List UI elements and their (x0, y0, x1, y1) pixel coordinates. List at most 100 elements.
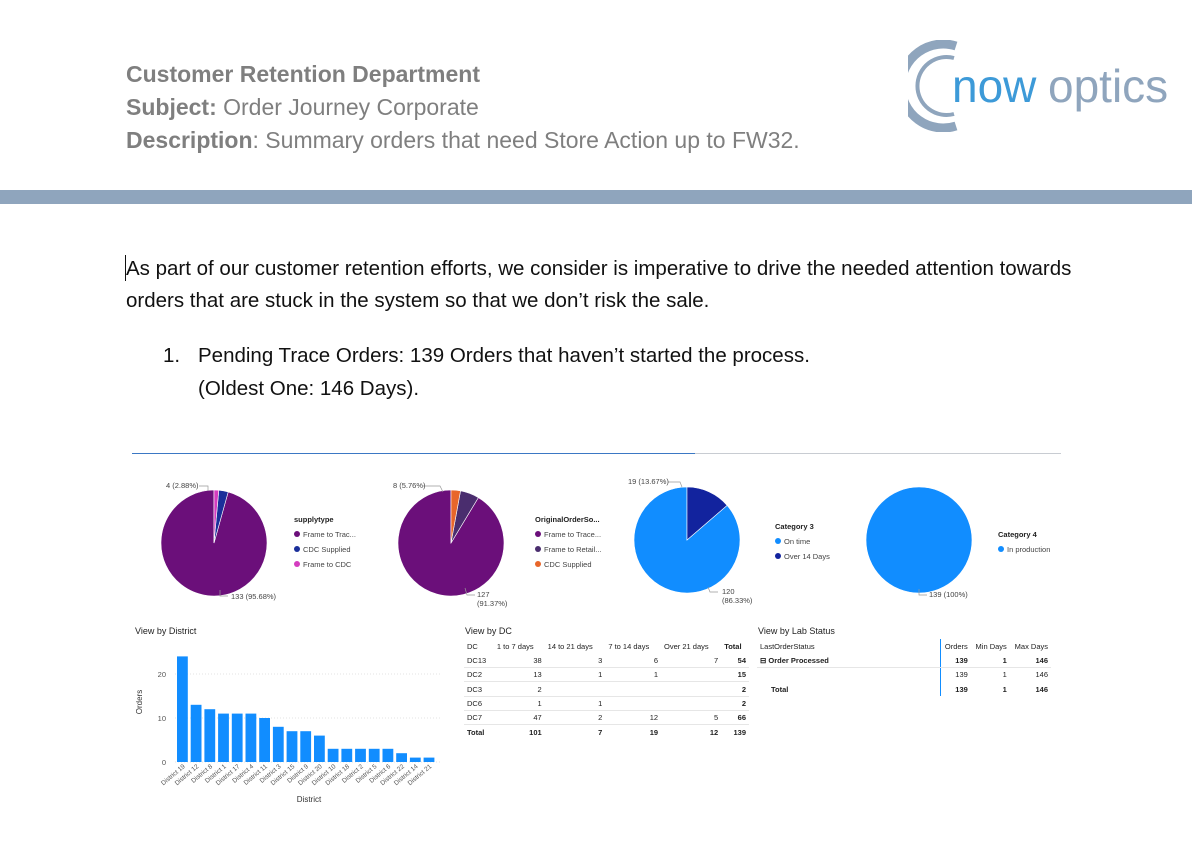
bar[interactable] (327, 748, 339, 762)
bar[interactable] (341, 748, 353, 762)
legend-item[interactable]: Frame to CDC (294, 557, 356, 572)
bar[interactable] (218, 713, 229, 762)
legend-item[interactable]: CDC Supplied (535, 557, 602, 572)
pie-label-large-2: (86.33%) (722, 596, 753, 605)
pie-chart-supplytype[interactable]: 4 (2.88%) 133 (95.68%) (150, 475, 290, 610)
legend-title: Category 4 (998, 530, 1037, 539)
bar[interactable] (300, 731, 312, 762)
column-header[interactable]: Max Days (1010, 639, 1051, 653)
column-header[interactable]: Min Days (971, 639, 1010, 653)
header-divider (0, 190, 1192, 204)
bar[interactable] (409, 757, 421, 762)
table-cell: 2 (721, 696, 749, 711)
bar[interactable] (204, 709, 216, 762)
bar[interactable] (368, 748, 380, 762)
legend-item[interactable]: In production (998, 542, 1050, 557)
table-row[interactable]: DC13 38 3 6 7 54 (464, 653, 749, 669)
column-header[interactable]: 14 to 21 days (545, 639, 606, 653)
table-total-row: Total 139 1 146 (757, 681, 1051, 697)
pie-label-large-2: (91.37%) (477, 599, 508, 608)
table-cell: 139 (733, 727, 746, 737)
nowoptics-logo: now optics (908, 40, 1168, 132)
bar[interactable] (423, 757, 435, 762)
legend-item[interactable]: CDC Supplied (294, 542, 356, 557)
table-cell (605, 681, 662, 697)
pie-label-large: 133 (95.68%) (231, 592, 277, 601)
table-cell: DC7 (464, 710, 494, 726)
column-header[interactable]: DC (464, 639, 494, 653)
legend-item[interactable]: On time (775, 534, 830, 549)
legend-dot-icon (535, 531, 541, 537)
table-cell: 1 (605, 667, 662, 683)
district-bar-chart[interactable]: Orders District 01020District 19District… (132, 640, 444, 810)
pie-label-large-1: 120 (722, 587, 735, 596)
legend-item[interactable]: Over 14 Days (775, 549, 830, 564)
table-cell: Total (771, 684, 789, 694)
table-cell: 6 (605, 653, 662, 669)
subject-line: Subject: Order Journey Corporate (126, 91, 800, 124)
bar[interactable] (177, 656, 188, 762)
table-header-row: LastOrderStatus Orders Min Days Max Days (757, 639, 1051, 654)
table-cell: 5 (661, 710, 722, 726)
pie-chart-category-3[interactable]: 19 (13.67%) 120 (86.33%) (620, 475, 765, 610)
department-title: Customer Retention Department (126, 61, 480, 87)
table-row[interactable]: DC3 2 2 (464, 681, 749, 697)
bar[interactable] (355, 748, 366, 762)
bar[interactable] (259, 718, 270, 762)
pie-chart-category-4[interactable]: 139 (100%) (855, 475, 995, 610)
column-header[interactable]: LastOrderStatus (757, 639, 940, 653)
table-cell: 1 (1002, 684, 1007, 694)
dc-matrix-table: DC 1 to 7 days 14 to 21 days 7 to 14 day… (464, 639, 749, 739)
table-cell: 38 (493, 653, 545, 669)
bar[interactable] (286, 731, 298, 762)
table-cell: 12 (709, 727, 719, 737)
bar[interactable] (314, 735, 325, 762)
table-cell (544, 681, 606, 697)
pie-chart-original-order-source[interactable]: 8 (5.76%) 127 (91.37%) (385, 475, 525, 610)
table-row[interactable]: DC7 47 2 12 5 66 (464, 710, 749, 726)
intro-paragraph[interactable]: As part of our customer retention effort… (126, 253, 1086, 317)
pie-label-small: 8 (5.76%) (393, 481, 426, 490)
table-row[interactable]: ⊟ Order Processed 139 1 146 (757, 653, 1051, 669)
pie-slice[interactable] (865, 486, 973, 594)
table-cell: 3 (544, 653, 606, 669)
table-cell: DC6 (464, 696, 494, 711)
legend-dot-icon (775, 553, 781, 559)
bar[interactable] (245, 713, 257, 762)
table-cell: 54 (721, 653, 749, 669)
bar[interactable] (272, 726, 284, 762)
legend-item[interactable]: Frame to Trac... (294, 527, 356, 542)
column-header[interactable]: Orders (939, 639, 971, 654)
list-item-line-1: Pending Trace Orders: 139 Orders that ha… (198, 344, 810, 367)
bar[interactable] (190, 704, 202, 762)
column-header[interactable]: Total (721, 639, 749, 653)
table-cell: 13 (493, 667, 545, 683)
bar[interactable] (396, 753, 407, 762)
table-row[interactable]: DC2 13 1 1 15 (464, 667, 749, 683)
legend-item[interactable]: Frame to Trace... (535, 527, 602, 542)
table-cell: 146 (1009, 653, 1051, 669)
table-cell: DC13 (464, 653, 494, 669)
y-tick-label: 20 (158, 670, 166, 679)
table-cell: ⊟ Order Processed (757, 653, 940, 669)
legend-item[interactable]: Frame to Retail... (535, 542, 602, 557)
column-header[interactable]: 1 to 7 days (494, 639, 545, 653)
table-cell: 1 (493, 696, 545, 711)
table-cell: 66 (721, 710, 749, 726)
bar[interactable] (231, 713, 243, 762)
table-row[interactable]: DC6 1 1 2 (464, 696, 749, 711)
legend-title: OriginalOrderSo... (535, 515, 600, 524)
bar[interactable] (382, 748, 394, 762)
column-header[interactable]: 7 to 14 days (605, 639, 661, 653)
expand-collapse-icon[interactable]: ⊟ (760, 656, 766, 665)
column-header[interactable]: Over 21 days (661, 639, 721, 653)
table-cell: 2 (721, 681, 749, 697)
legend-dot-icon (998, 546, 1004, 552)
legend-title: Category 3 (775, 522, 814, 531)
table-cell (605, 696, 662, 711)
dashboard-top-rule (132, 453, 695, 454)
table-row[interactable]: 139 1 146 (757, 667, 1051, 682)
table-header-row: DC 1 to 7 days 14 to 21 days 7 to 14 day… (464, 639, 749, 653)
logo-now-text: now (952, 60, 1037, 112)
document-header: Customer Retention Department Subject: O… (126, 58, 800, 157)
